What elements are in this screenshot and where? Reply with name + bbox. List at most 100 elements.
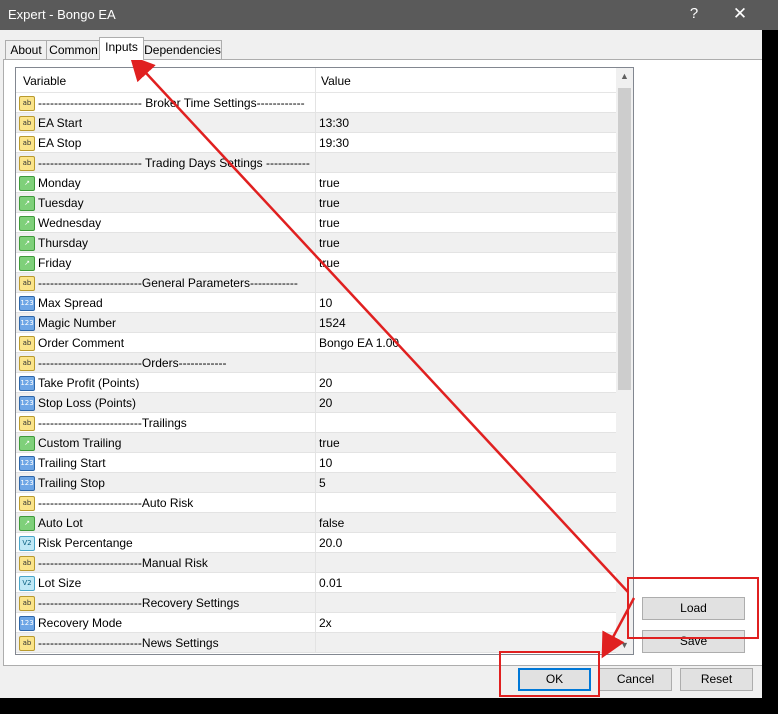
grid-rows: ab -------------------------- Broker Time…	[16, 93, 616, 653]
table-row[interactable]: 123 Trailing Stop 5	[16, 473, 616, 493]
table-row[interactable]: ab -------------------------- Broker Time…	[16, 93, 616, 113]
table-row[interactable]: ab EA Stop 19:30	[16, 133, 616, 153]
variable-value[interactable]: 0.01	[319, 576, 342, 590]
table-row[interactable]: 123 Max Spread 10	[16, 293, 616, 313]
help-button[interactable]: ?	[682, 5, 706, 25]
table-row[interactable]: V2 Risk Percentange 20.0	[16, 533, 616, 553]
tab-about[interactable]: About	[5, 40, 47, 59]
table-row[interactable]: 123 Take Profit (Points) 20	[16, 373, 616, 393]
variable-name: Risk Percentange	[38, 536, 133, 550]
cell-divider	[315, 553, 316, 573]
variable-name: --------------------------Recovery Setti…	[38, 596, 240, 610]
vertical-scrollbar[interactable]: ▲ ▼	[616, 68, 633, 654]
string-icon: ab	[19, 556, 35, 571]
cell-divider	[315, 413, 316, 433]
table-row[interactable]: ↗ Custom Trailing true	[16, 433, 616, 453]
variable-name: Thursday	[38, 236, 89, 250]
column-header-value[interactable]: Value	[321, 74, 351, 88]
table-row[interactable]: 123 Magic Number 1524	[16, 313, 616, 333]
variable-value[interactable]: 10	[319, 456, 332, 470]
variable-value[interactable]: 13:30	[319, 116, 349, 130]
variable-value[interactable]: true	[319, 236, 340, 250]
string-icon: ab	[19, 156, 35, 171]
table-row[interactable]: ab --------------------------General Para…	[16, 273, 616, 293]
table-row[interactable]: ab --------------------------Recovery Set…	[16, 593, 616, 613]
table-row[interactable]: 123 Recovery Mode 2x	[16, 613, 616, 633]
cell-divider	[315, 453, 316, 473]
variable-value[interactable]: 1524	[319, 316, 346, 330]
table-row[interactable]: ↗ Auto Lot false	[16, 513, 616, 533]
variable-name: --------------------------News Settings	[38, 636, 219, 650]
tab-common[interactable]: Common	[46, 40, 101, 59]
variable-value[interactable]: Bongo EA 1.00	[319, 336, 399, 350]
variable-value[interactable]: 5	[319, 476, 326, 490]
variable-value[interactable]: 20	[319, 376, 332, 390]
cell-divider	[315, 353, 316, 373]
bool-icon: ↗	[19, 176, 35, 191]
table-row[interactable]: ab Order Comment Bongo EA 1.00	[16, 333, 616, 353]
tab-inputs[interactable]: Inputs	[99, 37, 144, 60]
table-row[interactable]: V2 Lot Size 0.01	[16, 573, 616, 593]
scroll-thumb[interactable]	[618, 88, 631, 390]
table-row[interactable]: ↗ Wednesday true	[16, 213, 616, 233]
table-row[interactable]: 123 Stop Loss (Points) 20	[16, 393, 616, 413]
variable-name: Lot Size	[38, 576, 82, 590]
cell-divider	[315, 133, 316, 153]
variable-name: EA Stop	[38, 136, 82, 150]
variable-name: Monday	[38, 176, 81, 190]
variable-value[interactable]: 20.0	[319, 536, 342, 550]
variable-value[interactable]: true	[319, 176, 340, 190]
table-row[interactable]: ↗ Friday true	[16, 253, 616, 273]
variable-name: Max Spread	[38, 296, 103, 310]
variable-name: Take Profit (Points)	[38, 376, 140, 390]
variable-value[interactable]: 2x	[319, 616, 332, 630]
variable-value[interactable]: true	[319, 256, 340, 270]
string-icon: ab	[19, 116, 35, 131]
variable-value[interactable]: 20	[319, 396, 332, 410]
scroll-up-icon[interactable]: ▲	[616, 68, 633, 85]
column-header-variable[interactable]: Variable	[23, 74, 66, 88]
table-row[interactable]: ↗ Thursday true	[16, 233, 616, 253]
string-icon: ab	[19, 636, 35, 651]
string-icon: ab	[19, 276, 35, 291]
cell-divider	[315, 313, 316, 333]
string-icon: ab	[19, 356, 35, 371]
cell-divider	[315, 213, 316, 233]
variable-value[interactable]: 19:30	[319, 136, 349, 150]
variable-name: EA Start	[38, 116, 83, 130]
bool-icon: ↗	[19, 216, 35, 231]
chart-background-strip	[762, 30, 778, 698]
variable-name: -------------------------- Broker Time S…	[38, 96, 305, 110]
variable-value[interactable]: true	[319, 436, 340, 450]
variable-value[interactable]: false	[319, 516, 344, 530]
int-icon: 123	[19, 296, 35, 311]
table-row[interactable]: 123 Trailing Start 10	[16, 453, 616, 473]
table-row[interactable]: ab --------------------------Auto Risk	[16, 493, 616, 513]
variable-value[interactable]: true	[319, 196, 340, 210]
tab-dependencies[interactable]: Dependencies	[143, 40, 222, 59]
variable-name: Tuesday	[38, 196, 84, 210]
cell-divider	[315, 473, 316, 493]
title-bar: Expert - Bongo EA ? ✕	[0, 0, 778, 30]
variable-name: --------------------------Trailings	[38, 416, 187, 430]
table-row[interactable]: ab EA Start 13:30	[16, 113, 616, 133]
cell-divider	[315, 173, 316, 193]
scroll-down-icon[interactable]: ▼	[616, 637, 633, 654]
table-row[interactable]: ↗ Tuesday true	[16, 193, 616, 213]
table-row[interactable]: ab -------------------------- Trading Day…	[16, 153, 616, 173]
cancel-button[interactable]: Cancel	[599, 668, 672, 691]
table-row[interactable]: ab --------------------------Orders------…	[16, 353, 616, 373]
cell-divider	[315, 633, 316, 653]
column-divider[interactable]	[315, 68, 316, 92]
reset-button[interactable]: Reset	[680, 668, 753, 691]
table-row[interactable]: ab --------------------------News Setting…	[16, 633, 616, 653]
string-icon: ab	[19, 416, 35, 431]
bool-icon: ↗	[19, 516, 35, 531]
string-icon: ab	[19, 96, 35, 111]
table-row[interactable]: ↗ Monday true	[16, 173, 616, 193]
table-row[interactable]: ab --------------------------Trailings	[16, 413, 616, 433]
close-button[interactable]: ✕	[728, 4, 752, 26]
variable-value[interactable]: 10	[319, 296, 332, 310]
variable-value[interactable]: true	[319, 216, 340, 230]
table-row[interactable]: ab --------------------------Manual Risk	[16, 553, 616, 573]
